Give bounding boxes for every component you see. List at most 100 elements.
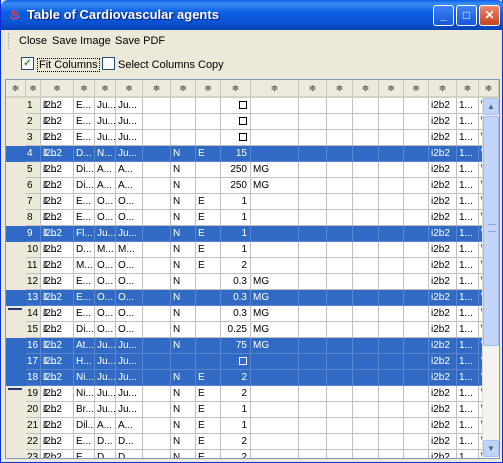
table-cell[interactable] <box>143 146 171 162</box>
close-menu-item[interactable]: Close <box>19 35 47 47</box>
table-cell[interactable]: 1... <box>457 386 479 402</box>
table-cell[interactable]: N <box>171 274 196 290</box>
table-row[interactable]: 161...At...Ju...Ju...N75MGi2b21...\\i...… <box>6 338 499 354</box>
table-cell[interactable] <box>379 322 404 338</box>
table-cell[interactable] <box>404 258 429 274</box>
table-cell[interactable] <box>251 402 299 418</box>
table-cell[interactable]: A... <box>95 178 116 194</box>
table-cell[interactable]: i2b2 <box>41 274 74 290</box>
table-cell[interactable] <box>299 162 327 178</box>
minimize-button[interactable]: _ <box>433 5 454 26</box>
table-cell[interactable] <box>379 290 404 306</box>
table-row[interactable]: 81...E...O...O...NE1i2b21...\\i...i2b2 <box>6 210 499 226</box>
table-cell[interactable]: i2b2 <box>41 386 74 402</box>
table-cell[interactable]: i2b2 <box>41 450 74 458</box>
data-table[interactable]: ≑ ≑ ≑ ≑ ≑ ≑ ≑ ≑ ≑ ≑ ≑ ≑ ≑ ≑ ≑ ≑ ≑ ≑ ≑ 1 1... E... Ju... Ju... i… <box>5 79 500 459</box>
table-cell[interactable]: 1... <box>457 130 479 146</box>
table-cell[interactable]: Dil... <box>74 418 95 434</box>
table-cell[interactable] <box>143 194 171 210</box>
table-cell[interactable] <box>251 370 299 386</box>
table-cell[interactable]: N <box>171 242 196 258</box>
table-cell[interactable]: N <box>171 370 196 386</box>
table-cell[interactable]: i2b2 <box>41 146 74 162</box>
scroll-down-button[interactable]: ▼ <box>483 440 499 457</box>
table-cell[interactable] <box>404 402 429 418</box>
table-cell[interactable]: i2b2 <box>41 258 74 274</box>
table-cell[interactable] <box>143 178 171 194</box>
table-cell[interactable] <box>299 322 327 338</box>
table-cell[interactable] <box>196 162 221 178</box>
table-cell[interactable]: 1... <box>457 210 479 226</box>
select-columns-option[interactable]: Select Columns <box>102 57 195 73</box>
table-cell[interactable] <box>379 450 404 458</box>
table-cell[interactable] <box>221 98 251 114</box>
table-cell[interactable]: 1... <box>457 162 479 178</box>
table-cell[interactable] <box>299 434 327 450</box>
table-cell[interactable] <box>353 258 379 274</box>
table-cell[interactable]: 250 <box>221 178 251 194</box>
table-cell[interactable]: E <box>196 146 221 162</box>
table-cell[interactable] <box>379 306 404 322</box>
table-cell[interactable]: 1... <box>457 370 479 386</box>
column-header[interactable]: ≑ <box>299 80 327 98</box>
table-cell[interactable] <box>299 418 327 434</box>
table-cell[interactable]: 1... <box>457 306 479 322</box>
table-cell[interactable]: O... <box>116 290 143 306</box>
table-cell[interactable] <box>143 338 171 354</box>
table-cell[interactable] <box>353 242 379 258</box>
table-cell[interactable]: N <box>171 434 196 450</box>
table-cell[interactable]: Di... <box>74 178 95 194</box>
table-cell[interactable]: 75 <box>221 338 251 354</box>
column-header[interactable]: ≑ <box>26 80 41 98</box>
table-row[interactable]: 121...E...O...O...N0.3MGi2b21...\\i...i2… <box>6 274 499 290</box>
table-cell[interactable]: E... <box>74 210 95 226</box>
table-cell[interactable]: i2b2 <box>41 370 74 386</box>
column-header[interactable]: ≑ <box>95 80 116 98</box>
table-cell[interactable]: E... <box>74 98 95 114</box>
table-cell[interactable] <box>251 226 299 242</box>
table-cell[interactable]: i2b2 <box>41 114 74 130</box>
table-row[interactable]: 91...Fl...Ju...Ju...NE1i2b21...\\i...i2b… <box>6 226 499 242</box>
table-cell[interactable] <box>299 226 327 242</box>
table-cell[interactable]: 0.25 <box>221 322 251 338</box>
table-cell[interactable] <box>404 226 429 242</box>
column-header[interactable]: ≑ <box>221 80 251 98</box>
table-cell[interactable]: N <box>171 210 196 226</box>
table-cell[interactable]: M... <box>95 242 116 258</box>
table-cell[interactable] <box>251 130 299 146</box>
table-cell[interactable] <box>196 98 221 114</box>
table-cell[interactable]: 1 <box>221 194 251 210</box>
table-cell[interactable] <box>143 242 171 258</box>
table-cell[interactable]: 0.3 <box>221 274 251 290</box>
table-cell[interactable]: 0.3 <box>221 306 251 322</box>
table-cell[interactable]: 1... <box>457 434 479 450</box>
table-cell[interactable]: i2b2 <box>429 114 457 130</box>
table-cell[interactable] <box>143 114 171 130</box>
table-cell[interactable] <box>379 338 404 354</box>
table-row[interactable]: 231...E...D...D...NE2i2b21...\\i...i2b2 <box>6 450 499 458</box>
table-cell[interactable] <box>327 386 353 402</box>
table-cell[interactable] <box>143 98 171 114</box>
table-cell[interactable] <box>353 210 379 226</box>
table-cell[interactable]: 1... <box>457 418 479 434</box>
table-cell[interactable] <box>251 450 299 458</box>
table-cell[interactable] <box>327 274 353 290</box>
table-cell[interactable] <box>196 338 221 354</box>
column-header[interactable]: ≑ <box>251 80 299 98</box>
table-cell[interactable]: 2 <box>221 370 251 386</box>
fit-columns-option[interactable]: ✓ Fit Columns <box>21 57 100 73</box>
table-cell[interactable]: E... <box>74 114 95 130</box>
table-cell[interactable]: 1 <box>221 418 251 434</box>
table-cell[interactable] <box>327 130 353 146</box>
table-cell[interactable]: N <box>171 402 196 418</box>
table-cell[interactable]: 1 <box>221 210 251 226</box>
table-cell[interactable]: i2b2 <box>429 402 457 418</box>
table-cell[interactable] <box>327 450 353 458</box>
table-cell[interactable]: E <box>196 418 221 434</box>
table-cell[interactable]: E <box>196 242 221 258</box>
column-header[interactable]: ≑ <box>143 80 171 98</box>
table-cell[interactable]: i2b2 <box>41 226 74 242</box>
table-cell[interactable]: M... <box>116 242 143 258</box>
table-cell[interactable]: 1... <box>457 98 479 114</box>
table-cell[interactable] <box>299 258 327 274</box>
